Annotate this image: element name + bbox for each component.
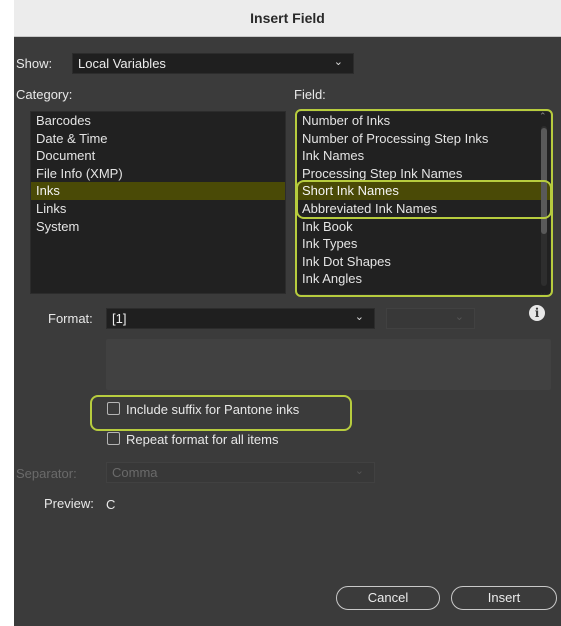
format-secondary-dropdown[interactable]: ⌄ <box>386 308 475 329</box>
category-list-item[interactable]: Document <box>31 147 285 165</box>
cancel-button[interactable]: Cancel <box>336 586 440 610</box>
category-list-item[interactable]: Links <box>31 200 285 218</box>
chevron-down-icon: ⌄ <box>333 56 343 68</box>
pantone-option-highlight <box>90 395 352 431</box>
format-dropdown[interactable]: [1] ⌄ <box>106 308 375 329</box>
preview-label: Preview: <box>44 496 94 511</box>
chevron-down-icon: ⌄ <box>354 465 364 477</box>
chevron-down-icon: ⌄ <box>454 311 464 323</box>
info-icon[interactable]: i <box>529 305 545 321</box>
format-dropdown-value: [1] <box>112 311 127 326</box>
checkbox-icon[interactable] <box>107 432 120 445</box>
separator-label: Separator: <box>16 466 77 481</box>
separator-dropdown-value: Comma <box>112 465 158 480</box>
category-list-item[interactable]: Barcodes <box>31 112 285 130</box>
category-list-item[interactable]: Date & Time <box>31 130 285 148</box>
insert-button[interactable]: Insert <box>451 586 557 610</box>
format-text-area[interactable] <box>106 339 551 390</box>
category-list-item[interactable]: Inks <box>31 182 285 200</box>
preview-value: C <box>106 497 116 512</box>
category-list[interactable]: Barcodes Date & Time Document File Info (XM… <box>30 111 286 294</box>
category-list-item[interactable]: File Info (XMP) <box>31 165 285 183</box>
show-dropdown[interactable]: Local Variables ⌄ <box>72 53 354 74</box>
field-label: Field: <box>294 87 326 102</box>
chevron-down-icon: ⌄ <box>354 311 364 323</box>
separator-dropdown[interactable]: Comma ⌄ <box>106 462 375 483</box>
category-label: Category: <box>16 87 73 102</box>
show-label: Show: <box>16 56 53 71</box>
format-label: Format: <box>48 311 93 326</box>
dialog-title: Insert Field <box>250 10 325 26</box>
show-dropdown-value: Local Variables <box>78 56 166 71</box>
repeat-format-checkbox[interactable]: Repeat format for all items <box>107 432 278 447</box>
category-list-item[interactable]: System <box>31 218 285 236</box>
repeat-format-label: Repeat format for all items <box>126 432 279 447</box>
selected-field-highlight <box>296 180 552 219</box>
title-bar: Insert Field <box>14 0 561 37</box>
insert-field-dialog: Insert Field Show: Local Variables ⌄ Cat… <box>14 0 561 626</box>
